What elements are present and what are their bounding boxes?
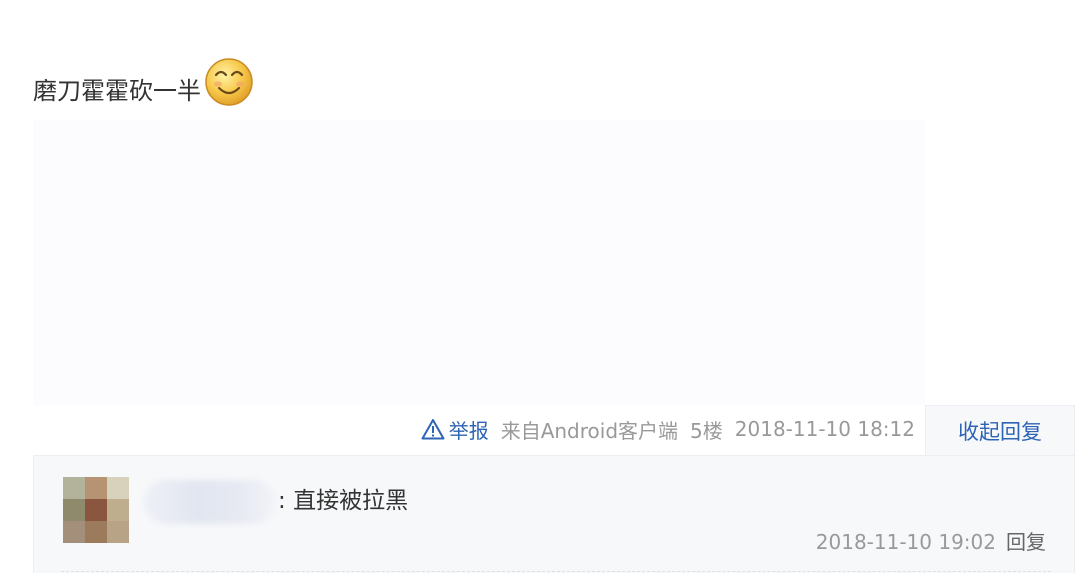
avatar[interactable] — [63, 477, 129, 543]
warning-triangle-icon — [421, 418, 445, 440]
reply-panel: : 直接被拉黑 2018-11-10 19:02 回复 — [33, 455, 1075, 573]
report-link[interactable]: 举报 — [421, 415, 489, 444]
smiley-face-icon — [203, 56, 255, 108]
post-content: 磨刀霍霍砍一半 — [33, 56, 255, 108]
post-text: 磨刀霍霍砍一半 — [33, 77, 201, 105]
collapse-replies-button[interactable]: 收起回复 — [925, 405, 1075, 455]
reply-timestamp: 2018-11-10 19:02 — [815, 530, 996, 554]
post-meta-bar: 举报 来自Android客户端 5楼 2018-11-10 18:12 — [33, 405, 925, 453]
reply-content: : 直接被拉黑 — [278, 484, 408, 518]
post-body-area — [33, 120, 925, 405]
client-source: 来自Android客户端 — [500, 418, 679, 443]
reply-separator: : — [278, 488, 286, 514]
reply-text: 直接被拉黑 — [293, 488, 409, 514]
report-label: 举报 — [448, 418, 489, 443]
post-timestamp: 2018-11-10 18:12 — [734, 417, 915, 441]
reply-button[interactable]: 回复 — [1006, 526, 1046, 558]
reply-meta: 2018-11-10 19:02 回复 — [816, 526, 1046, 558]
blurred-username[interactable] — [144, 480, 276, 524]
floor-number: 5楼 — [690, 418, 723, 443]
